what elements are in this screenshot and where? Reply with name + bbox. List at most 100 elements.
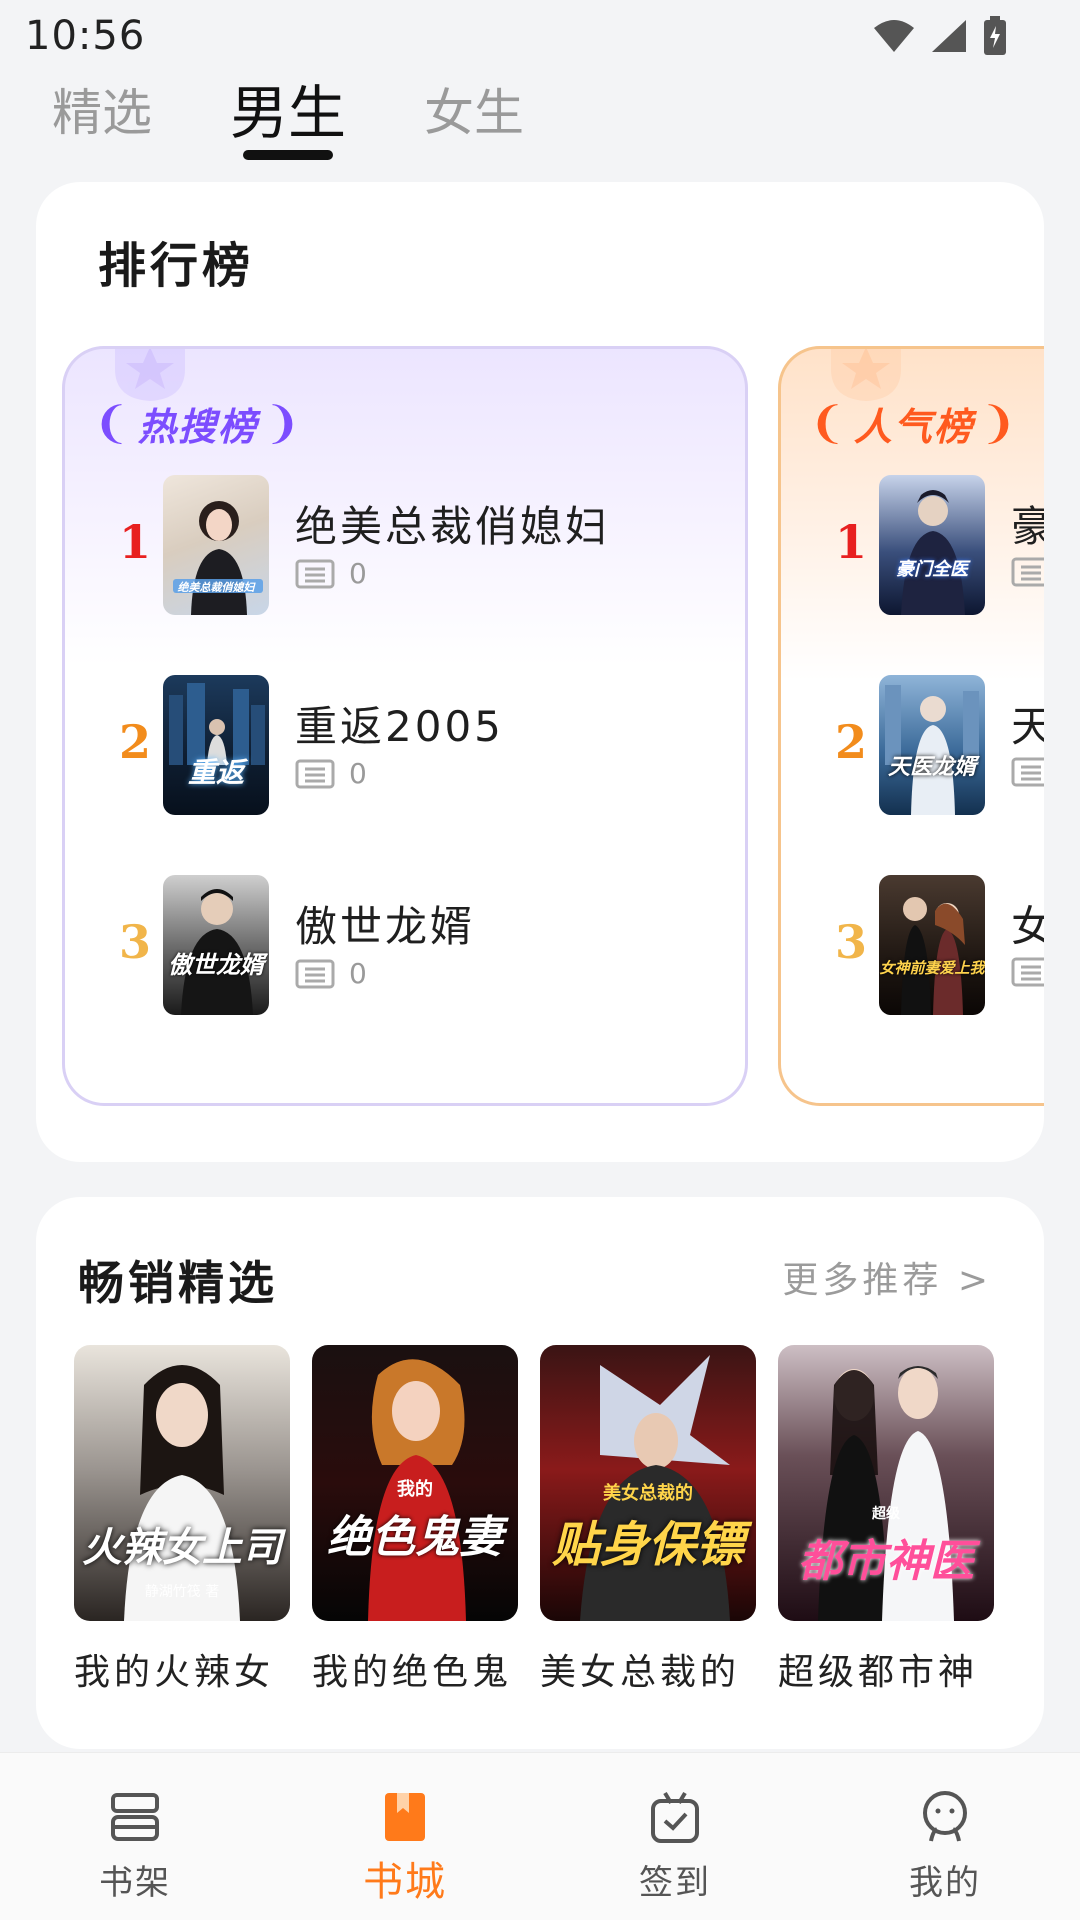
book-meta: 0 (295, 957, 367, 990)
book-cover: 我的 绝色鬼妻 (312, 1345, 518, 1621)
book-meta: 0 (295, 557, 367, 590)
book-title: 女 (1011, 893, 1044, 954)
book-card[interactable]: 美女总裁的 贴身保镖 美女总裁的 (540, 1345, 756, 1695)
rank-number: 2 (118, 715, 151, 769)
popular-badge: ❨ 人气榜 ❩ (809, 393, 1019, 453)
rank-item[interactable]: 2 重返 重返2005 0 (65, 675, 745, 815)
hot-search-badge: ❨ 热搜榜 ❩ (93, 393, 303, 453)
book-cover: 天医龙婿 (879, 675, 985, 815)
tab-featured[interactable]: 精选 (52, 78, 152, 148)
cover-author: 静湖竹筏 著 (144, 1584, 220, 1600)
list-icon (1011, 957, 1044, 987)
rank-item[interactable]: 1 豪门全医 豪 (781, 475, 1044, 615)
book-title: 豪 (1011, 493, 1044, 554)
book-cover: 超级 都市神医 (778, 1345, 994, 1621)
hot-search-panel[interactable]: ❨ 热搜榜 ❩ 1 绝美总裁俏媳妇 绝美总裁俏媳妇 0 2 重返 重返2005 … (62, 346, 748, 1106)
cover-subtitle: 我的 (397, 1479, 433, 1500)
book-cover: 火辣女上司 静湖竹筏 著 (74, 1345, 290, 1621)
popular-label: 人气榜 (853, 404, 974, 449)
cover-title: 豪门全医 (896, 559, 968, 580)
book-meta: 0 (295, 757, 367, 790)
signal-icon (932, 20, 966, 52)
laurel-right-icon: ❩ (979, 397, 1019, 449)
tab-male[interactable]: 男生 (230, 78, 346, 148)
popular-panel[interactable]: ❨ 人气榜 ❩ 1 豪门全医 豪 2 天医龙婿 (778, 346, 1044, 1106)
ranking-card: 排行榜 ❨ 热搜榜 ❩ 1 绝美总裁俏媳妇 绝美总裁俏媳妇 0 2 重返 重返2… (36, 182, 1044, 1162)
cover-subtitle: 美女总裁的 (603, 1483, 693, 1504)
bookstore-icon (385, 1793, 425, 1841)
wifi-icon (874, 20, 914, 52)
book-title: 我的绝色鬼 (312, 1652, 513, 1693)
book-cover: 豪门全医 (879, 475, 985, 615)
cover-title: 贴身保镖 (551, 1517, 744, 1573)
cover-title: 傲世龙婿 (168, 950, 264, 979)
book-card[interactable]: 超级 都市神医 超级都市神 (778, 1345, 994, 1695)
list-icon (295, 759, 335, 788)
read-count: 0 (349, 957, 367, 990)
rank-number: 2 (834, 715, 867, 769)
cover-subtitle: 超级 (872, 1506, 900, 1522)
top-tabs: 精选 男生 女生 (52, 78, 524, 168)
rank-item[interactable]: 3 傲世龙婿 傲世龙婿 0 (65, 875, 745, 1015)
bestsellers-card: 畅销精选 更多推荐 > 火辣女上司 静湖竹筏 著 我的火辣女 我的 绝色鬼妻 我… (36, 1197, 1044, 1749)
book-cover: 重返 (163, 675, 269, 815)
cover-title: 天医龙婿 (887, 754, 976, 780)
read-count: 0 (349, 757, 367, 790)
nav-label: 我的 (909, 1863, 981, 1903)
status-bar: 10:56 (0, 0, 1080, 72)
cover-title: 女神前妻爱上我 (879, 959, 985, 977)
book-title: 美女总裁的 (540, 1652, 741, 1693)
checkin-icon (651, 1791, 699, 1843)
book-card[interactable]: 我的 绝色鬼妻 我的绝色鬼 (312, 1345, 518, 1695)
nav-bookstore[interactable]: 书城 (270, 1753, 540, 1920)
rank-item[interactable]: 1 绝美总裁俏媳妇 绝美总裁俏媳妇 0 (65, 475, 745, 615)
cover-title: 绝美总裁俏媳妇 (177, 581, 255, 594)
book-title: 天 (1011, 693, 1044, 754)
cover-title: 重返 (187, 756, 244, 789)
bestsellers-title: 畅销精选 (78, 1256, 278, 1310)
nav-label: 签到 (639, 1863, 711, 1903)
book-meta (1011, 557, 1044, 587)
rank-item[interactable]: 3 女神前妻爱上我 女 (781, 875, 1044, 1015)
list-icon (295, 559, 335, 588)
list-icon (1011, 757, 1044, 787)
book-title: 绝美总裁俏媳妇 (295, 502, 611, 551)
profile-icon (923, 1791, 967, 1842)
book-title: 重返2005 (295, 702, 504, 751)
bookshelf-icon (111, 1793, 159, 1841)
book-card[interactable]: 火辣女上司 静湖竹筏 著 我的火辣女 (74, 1345, 290, 1695)
rank-number: 3 (118, 915, 151, 969)
read-count: 0 (349, 557, 367, 590)
cover-title: 火辣女上司 (82, 1524, 282, 1571)
nav-label: 书架 (99, 1863, 171, 1903)
ranking-carousel[interactable]: ❨ 热搜榜 ❩ 1 绝美总裁俏媳妇 绝美总裁俏媳妇 0 2 重返 重返2005 … (62, 346, 1044, 1116)
cover-title: 绝色鬼妻 (327, 1512, 503, 1563)
book-meta (1011, 957, 1044, 987)
book-title: 傲世龙婿 (295, 902, 476, 951)
book-cover: 女神前妻爱上我 (879, 875, 985, 1015)
book-title: 超级都市神 (778, 1652, 979, 1693)
nav-checkin[interactable]: 签到 (540, 1753, 810, 1920)
book-meta (1011, 757, 1044, 787)
rank-number: 3 (834, 915, 867, 969)
rank-item[interactable]: 2 天医龙婿 天 (781, 675, 1044, 815)
ranking-title: 排行榜 (98, 238, 255, 294)
book-cover: 美女总裁的 贴身保镖 (540, 1345, 756, 1621)
laurel-left-icon: ❨ (809, 397, 848, 449)
nav-profile[interactable]: 我的 (810, 1753, 1080, 1920)
book-row: 火辣女上司 静湖竹筏 著 我的火辣女 我的 绝色鬼妻 我的绝色鬼 美女总裁的 贴… (74, 1345, 994, 1695)
more-recommendations-link[interactable]: 更多推荐 > (782, 1251, 992, 1303)
book-cover: 傲世龙婿 (163, 875, 269, 1015)
tab-female[interactable]: 女生 (424, 78, 524, 148)
book-title: 我的火辣女 (74, 1652, 275, 1693)
rank-number: 1 (834, 515, 867, 569)
hot-search-label: 热搜榜 (137, 404, 258, 449)
list-icon (295, 959, 335, 988)
nav-label: 书城 (363, 1859, 447, 1905)
cover-title: 都市神医 (798, 1536, 974, 1587)
laurel-left-icon: ❨ (93, 397, 132, 449)
status-time: 10:56 (25, 13, 146, 59)
battery-icon (984, 16, 1006, 55)
list-icon (1011, 557, 1044, 587)
nav-bookshelf[interactable]: 书架 (0, 1753, 270, 1920)
